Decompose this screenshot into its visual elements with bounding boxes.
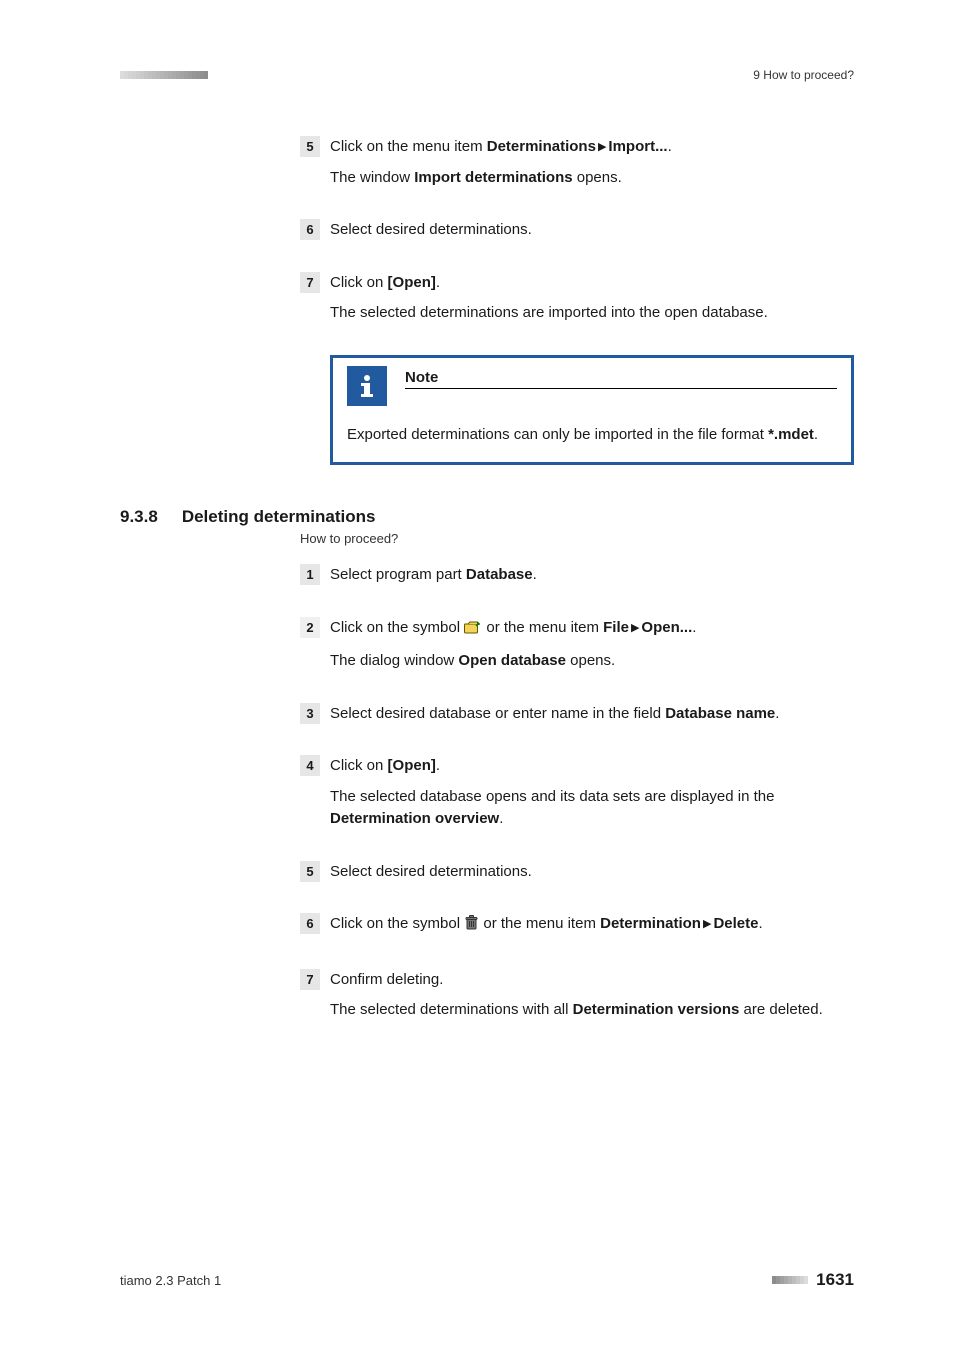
step-text: Select program part Database. xyxy=(330,564,537,587)
page: 9 How to proceed? 5 Click on the menu ite… xyxy=(0,0,954,1350)
step-body: Select desired determinations. xyxy=(330,861,532,890)
step-number: 6 xyxy=(300,219,320,240)
step-bold: Open... xyxy=(641,619,692,636)
step-bold: File xyxy=(603,619,629,636)
step-bold: Determinations xyxy=(487,138,596,155)
step-sub-bold: Import determinations xyxy=(414,169,572,186)
step-text: Click on the symbol or the menu item Fil… xyxy=(330,617,696,643)
step-number: 7 xyxy=(300,272,320,293)
step-bold: Import... xyxy=(608,138,667,155)
step-text: Click on [Open]. xyxy=(330,272,768,295)
step: 4 Click on [Open]. The selected database o… xyxy=(300,755,854,837)
step-body: Confirm deleting. The selected determinat… xyxy=(330,969,823,1028)
step-bold: Database xyxy=(466,566,533,583)
info-icon xyxy=(347,366,387,406)
step: 1 Select program part Database. xyxy=(300,564,854,593)
step-body: Click on the menu item Determinations▶Im… xyxy=(330,136,672,195)
step-bold: Delete xyxy=(713,915,758,932)
step: 6 Click on the symbol or the menu item De… xyxy=(300,913,854,945)
step-body: Click on [Open]. The selected determinati… xyxy=(330,272,768,331)
step-number: 6 xyxy=(300,913,320,934)
header: 9 How to proceed? xyxy=(120,68,854,82)
footer-right: 1631 xyxy=(772,1270,854,1290)
step-bold: Determination versions xyxy=(573,1001,740,1018)
section-number: 9.3.8 xyxy=(120,507,158,527)
step: 5 Select desired determinations. xyxy=(300,861,854,890)
step-body: Click on the symbol or the menu item Fil… xyxy=(330,617,696,679)
footer-ticks-right xyxy=(772,1276,808,1284)
step-body: Click on the symbol or the menu item Det… xyxy=(330,913,763,945)
footer: tiamo 2.3 Patch 1 1631 xyxy=(120,1270,854,1290)
step-text: Select desired determinations. xyxy=(330,219,532,242)
step-text: Click on the symbol or the menu item Det… xyxy=(330,913,763,939)
triangle-icon: ▶ xyxy=(596,139,608,156)
note-box: Note Exported determinations can only be… xyxy=(330,355,854,466)
step-sub-bold: Open database xyxy=(458,652,566,669)
step: 5 Click on the menu item Determinations▶I… xyxy=(300,136,854,195)
note-bold: *.mdet xyxy=(768,426,814,443)
step-body: Click on [Open]. The selected database op… xyxy=(330,755,854,837)
step-body: Select program part Database. xyxy=(330,564,537,593)
step: 3 Select desired database or enter name i… xyxy=(300,703,854,732)
step-text: Click on [Open]. xyxy=(330,755,854,778)
step-text: Confirm deleting. xyxy=(330,969,823,992)
step: 2 Click on the symbol or the menu item Fi… xyxy=(300,617,854,679)
step-body: Select desired database or enter name in… xyxy=(330,703,779,732)
section-heading: 9.3.8 Deleting determinations xyxy=(120,507,854,527)
note-title: Note xyxy=(405,369,837,389)
header-ticks-left xyxy=(120,71,208,79)
folder-icon xyxy=(464,620,482,643)
step-bold: [Open] xyxy=(388,274,436,291)
main-content: 5 Click on the menu item Determinations▶I… xyxy=(120,136,854,1028)
step-number: 7 xyxy=(300,969,320,990)
step-sub-bold: Determination overview xyxy=(330,810,499,827)
step-subtext: The window Import determinations opens. xyxy=(330,167,672,190)
note-body: Exported determinations can only be impo… xyxy=(347,424,837,447)
header-chapter: 9 How to proceed? xyxy=(753,68,854,82)
step: 7 Click on [Open]. The selected determinat… xyxy=(300,272,854,331)
section-title: Deleting determinations xyxy=(182,507,376,527)
step-text: Select desired determinations. xyxy=(330,861,532,884)
step-subtext: The selected determinations are imported… xyxy=(330,302,768,325)
trash-icon xyxy=(464,915,479,939)
step: 7 Confirm deleting. The selected determina… xyxy=(300,969,854,1028)
step-subtext: The selected determinations with all Det… xyxy=(330,999,823,1022)
step-text: Click on the menu item Determinations▶Im… xyxy=(330,136,672,159)
triangle-icon: ▶ xyxy=(701,916,713,933)
step-bold: Determination xyxy=(600,915,701,932)
step-text: Select desired database or enter name in… xyxy=(330,703,779,726)
step-number: 5 xyxy=(300,136,320,157)
step-number: 1 xyxy=(300,564,320,585)
step-number: 4 xyxy=(300,755,320,776)
step-subtext: The selected database opens and its data… xyxy=(330,786,854,831)
note-head: Note xyxy=(347,366,837,406)
step-subtext: The dialog window Open database opens. xyxy=(330,650,696,673)
step-bold: [Open] xyxy=(388,757,436,774)
footer-version: tiamo 2.3 Patch 1 xyxy=(120,1273,221,1288)
step-number: 3 xyxy=(300,703,320,724)
step: 6 Select desired determinations. xyxy=(300,219,854,248)
section-subtitle: How to proceed? xyxy=(300,531,854,546)
triangle-icon: ▶ xyxy=(629,620,641,637)
page-number: 1631 xyxy=(816,1270,854,1290)
step-body: Select desired determinations. xyxy=(330,219,532,248)
step-number: 5 xyxy=(300,861,320,882)
step-number: 2 xyxy=(300,617,320,638)
step-bold: Database name xyxy=(665,705,775,722)
